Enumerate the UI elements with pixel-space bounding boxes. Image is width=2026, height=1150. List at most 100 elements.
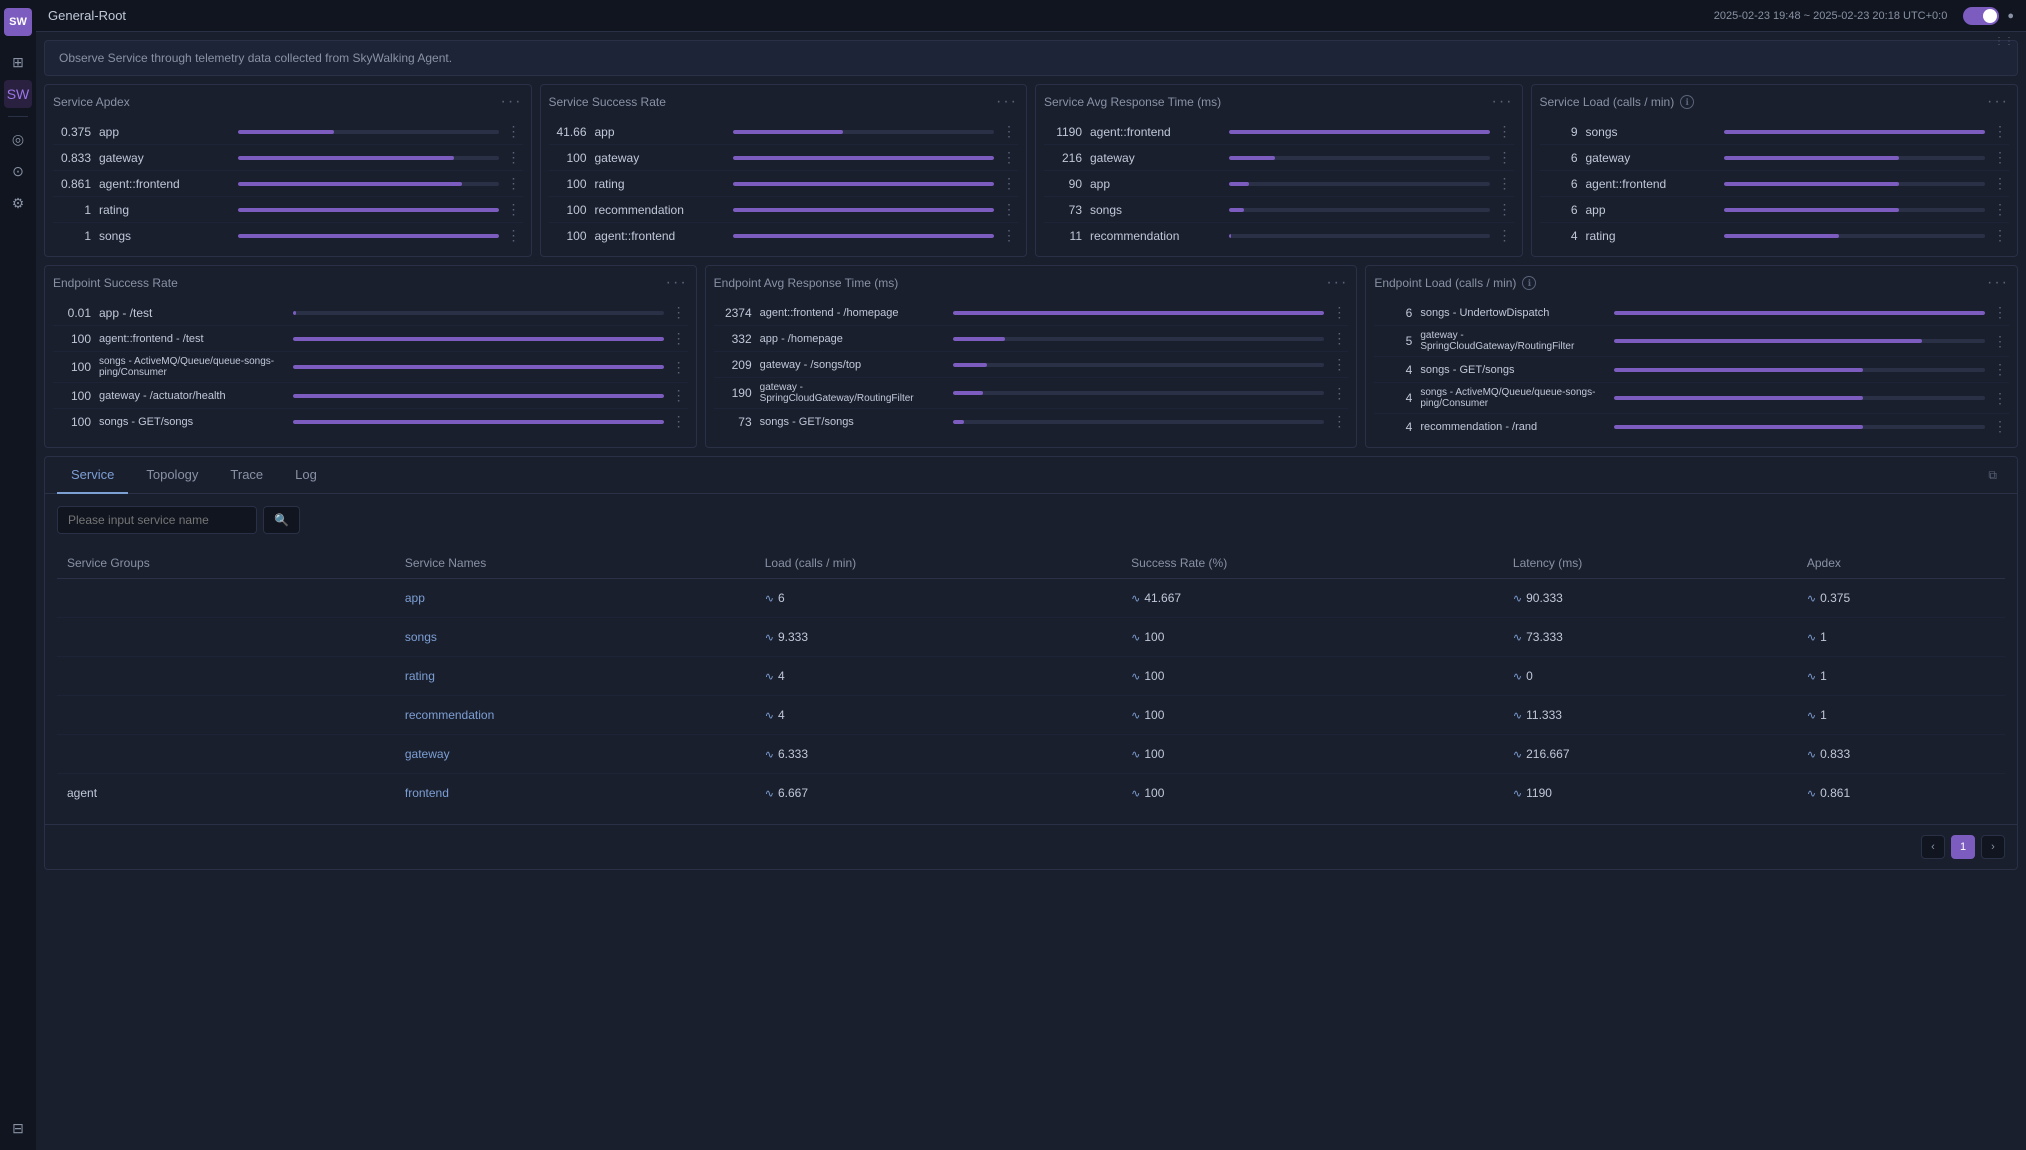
- table-row: gateway∿6.333∿100∿216.667∿0.833: [57, 735, 2005, 774]
- sidebar-icon-grid2[interactable]: ⊟: [4, 1114, 32, 1142]
- load-row-4: 4 rating ⋮: [1540, 223, 2010, 248]
- page-title: General-Root: [48, 8, 126, 23]
- cell-success: ∿100: [1121, 696, 1503, 735]
- page-1-button[interactable]: 1: [1951, 835, 1975, 859]
- toggle-label: ●: [2007, 10, 2014, 22]
- cell-success: ∿100: [1121, 618, 1503, 657]
- trend-icon: ∿: [1807, 787, 1816, 800]
- response-row-1: 216 gateway ⋮: [1044, 145, 1514, 171]
- sidebar-icon-circle[interactable]: ◎: [4, 125, 32, 153]
- trend-icon: ∿: [1131, 670, 1140, 683]
- trend-icon: ∿: [1513, 748, 1522, 761]
- endpoint-response-menu[interactable]: ···: [1326, 274, 1348, 292]
- service-name-link[interactable]: songs: [405, 630, 437, 644]
- cell-latency: ∿0: [1503, 657, 1797, 696]
- cell-latency: ∿216.667: [1503, 735, 1797, 774]
- service-load-header: Service Load (calls / min) ℹ ···: [1540, 93, 2010, 111]
- cell-load: ∿6.667: [755, 774, 1121, 813]
- table-row: songs∿9.333∿100∿73.333∿1: [57, 618, 2005, 657]
- service-success-menu[interactable]: ···: [996, 93, 1018, 111]
- ep-success-row-4: 100 songs - GET/songs ⋮: [53, 409, 688, 434]
- load-row-1: 6 gateway ⋮: [1540, 145, 2010, 171]
- tab-topology[interactable]: Topology: [132, 457, 212, 494]
- cell-latency: ∿73.333: [1503, 618, 1797, 657]
- success-row-3: 100 recommendation ⋮: [549, 197, 1019, 223]
- tabs-header: Service Topology Trace Log ⧉: [45, 457, 2017, 494]
- endpoint-load-menu[interactable]: ···: [1987, 274, 2009, 292]
- resize-handle[interactable]: ⋮⋮: [1994, 36, 2014, 47]
- cell-group: [57, 735, 395, 774]
- response-row-3: 73 songs ⋮: [1044, 197, 1514, 223]
- ep-resp-row-0: 2374 agent::frontend - /homepage ⋮: [714, 300, 1349, 326]
- trend-icon: ∿: [1131, 748, 1140, 761]
- endpoint-response-header: Endpoint Avg Response Time (ms) ···: [714, 274, 1349, 292]
- tab-copy-icon[interactable]: ⧉: [1980, 460, 2005, 491]
- trend-icon: ∿: [765, 709, 774, 722]
- service-name-link[interactable]: frontend: [405, 786, 449, 800]
- table-row: recommendation∿4∿100∿11.333∿1: [57, 696, 2005, 735]
- cell-group: agent: [57, 774, 395, 813]
- ep-load-row-2: 4 songs - GET/songs ⋮: [1374, 357, 2009, 383]
- search-input[interactable]: [57, 506, 257, 534]
- service-apdex-menu[interactable]: ···: [501, 93, 523, 111]
- service-table: Service Groups Service Names Load (calls…: [57, 548, 2005, 812]
- service-response-menu[interactable]: ···: [1492, 93, 1514, 111]
- table-section: ⋮⋮ 🔍 Service Groups Service Names Load (…: [45, 494, 2017, 824]
- service-name-link[interactable]: rating: [405, 669, 435, 683]
- sidebar-icon-settings[interactable]: ⚙: [4, 189, 32, 217]
- cell-name: rating: [395, 657, 755, 696]
- trend-icon: ∿: [1131, 592, 1140, 605]
- time-range: 2025-02-23 19:48 ~ 2025-02-23 20:18 UTC+…: [1714, 10, 1948, 22]
- tab-log[interactable]: Log: [281, 457, 331, 494]
- trend-icon: ∿: [1807, 709, 1816, 722]
- trend-icon: ∿: [1131, 709, 1140, 722]
- apdex-row-2: 0.861 agent::frontend ⋮: [53, 171, 523, 197]
- service-name-link[interactable]: gateway: [405, 747, 450, 761]
- tab-trace[interactable]: Trace: [216, 457, 277, 494]
- trend-icon: ∿: [1513, 592, 1522, 605]
- service-load-card: Service Load (calls / min) ℹ ··· 9 songs…: [1531, 84, 2019, 257]
- ep-load-row-4: 4 recommendation - /rand ⋮: [1374, 414, 2009, 439]
- cell-latency: ∿1190: [1503, 774, 1797, 813]
- sidebar-icon-grid[interactable]: ⊞: [4, 48, 32, 76]
- table-row: app∿6∿41.667∿90.333∿0.375: [57, 579, 2005, 618]
- cell-success: ∿100: [1121, 774, 1503, 813]
- service-name-link[interactable]: recommendation: [405, 708, 494, 722]
- table-body: app∿6∿41.667∿90.333∿0.375songs∿9.333∿100…: [57, 579, 2005, 813]
- cell-load: ∿9.333: [755, 618, 1121, 657]
- cell-group: [57, 657, 395, 696]
- col-latency: Latency (ms): [1503, 548, 1797, 579]
- prev-page-button[interactable]: ‹: [1921, 835, 1945, 859]
- cell-load: ∿6.333: [755, 735, 1121, 774]
- sidebar-icon-sw[interactable]: SW: [4, 80, 32, 108]
- endpoint-load-info[interactable]: ℹ: [1522, 276, 1536, 290]
- tab-service[interactable]: Service: [57, 457, 128, 494]
- trend-icon: ∿: [1131, 787, 1140, 800]
- top-metrics-grid: Service Apdex ··· 0.375 app ⋮ 0.833 gate…: [44, 84, 2018, 257]
- table-header: Service Groups Service Names Load (calls…: [57, 548, 2005, 579]
- ep-load-row-3: 4 songs - ActiveMQ/Queue/queue-songs-pin…: [1374, 383, 2009, 414]
- cell-name: frontend: [395, 774, 755, 813]
- cell-load: ∿4: [755, 696, 1121, 735]
- endpoint-success-header: Endpoint Success Rate ···: [53, 274, 688, 292]
- cell-group: [57, 618, 395, 657]
- service-response-card: Service Avg Response Time (ms) ··· 1190 …: [1035, 84, 1523, 257]
- apdex-row-4: 1 songs ⋮: [53, 223, 523, 248]
- ep-success-row-1: 100 agent::frontend - /test ⋮: [53, 326, 688, 352]
- trend-icon: ∿: [1807, 631, 1816, 644]
- endpoint-success-menu[interactable]: ···: [666, 274, 688, 292]
- header-toggle[interactable]: [1963, 7, 1999, 25]
- endpoint-load-header: Endpoint Load (calls / min) ℹ ···: [1374, 274, 2009, 292]
- observe-banner: Observe Service through telemetry data c…: [44, 40, 2018, 76]
- trend-icon: ∿: [1807, 592, 1816, 605]
- service-load-menu[interactable]: ···: [1987, 93, 2009, 111]
- service-name-link[interactable]: app: [405, 591, 425, 605]
- next-page-button[interactable]: ›: [1981, 835, 2005, 859]
- service-load-info[interactable]: ℹ: [1680, 95, 1694, 109]
- search-button[interactable]: 🔍: [263, 506, 300, 534]
- cell-success: ∿100: [1121, 735, 1503, 774]
- sidebar-icon-dot[interactable]: ⊙: [4, 157, 32, 185]
- tabs-section: Service Topology Trace Log ⧉ ⋮⋮ 🔍 Servic…: [44, 456, 2018, 870]
- trend-icon: ∿: [765, 787, 774, 800]
- bottom-metrics-grid: Endpoint Success Rate ··· 0.01 app - /te…: [44, 265, 2018, 448]
